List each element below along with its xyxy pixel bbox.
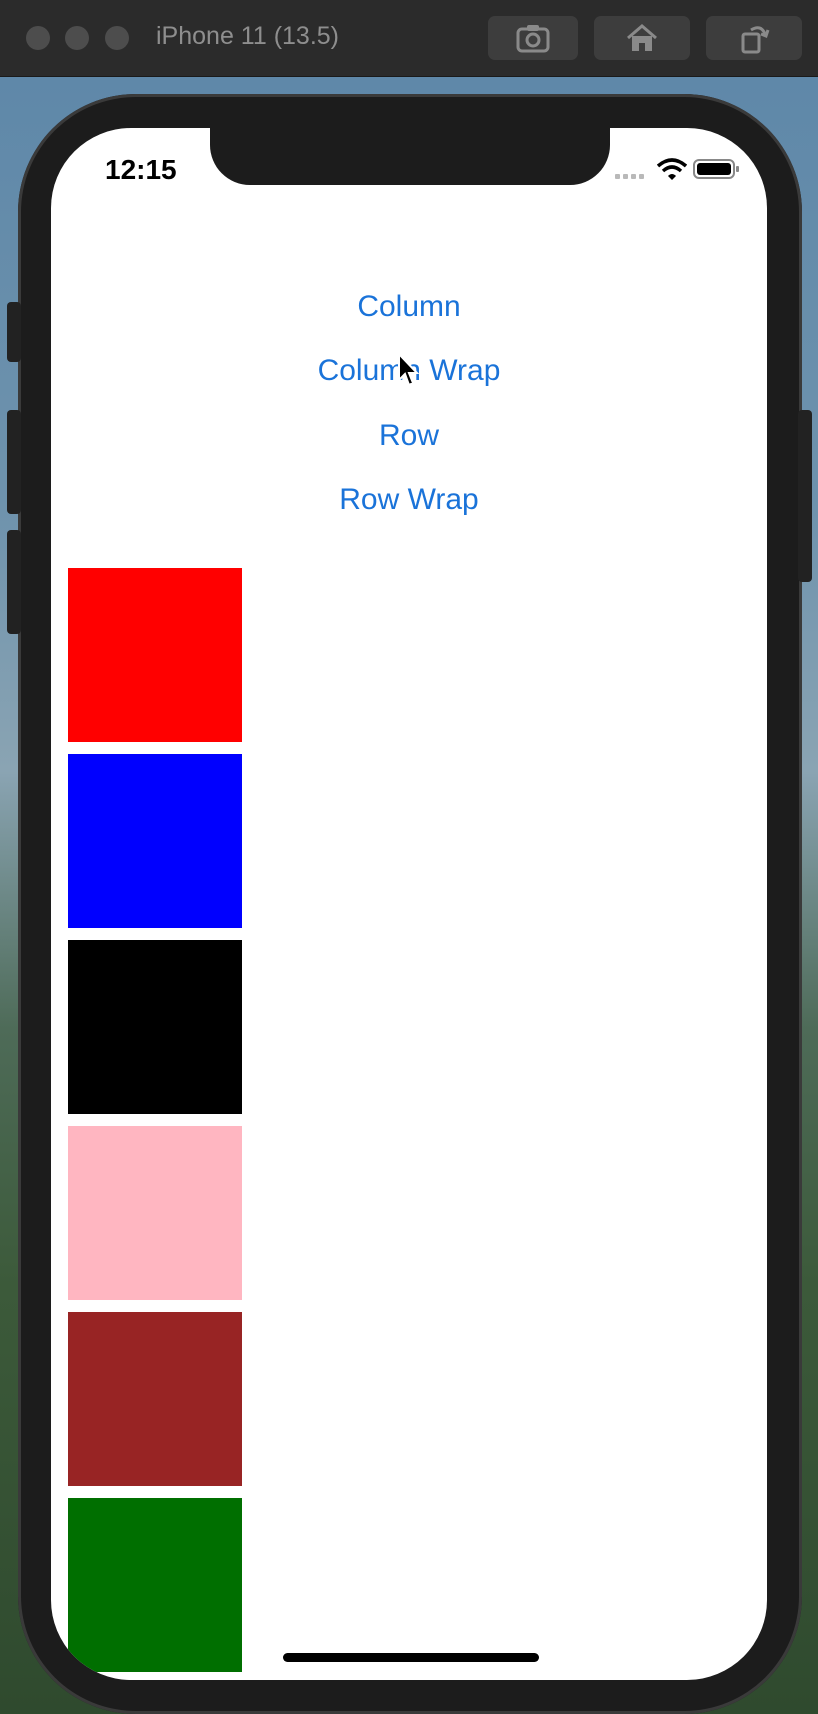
minimize-window-button[interactable] [65, 26, 89, 50]
color-box [68, 1126, 242, 1300]
battery-icon [693, 159, 739, 179]
status-time: 12:15 [105, 154, 177, 185]
volume-down-button [7, 530, 21, 634]
color-box [68, 940, 242, 1114]
screenshot-button[interactable] [488, 16, 578, 60]
close-window-button[interactable] [26, 26, 50, 50]
cellular-signal-icon [615, 174, 644, 179]
rotate-icon [741, 26, 770, 54]
volume-up-button [7, 410, 21, 514]
mute-switch [7, 302, 21, 362]
screenshot-icon [516, 25, 550, 53]
home-indicator [283, 1653, 539, 1662]
mouse-cursor-icon [398, 352, 420, 387]
home-icon [627, 24, 657, 51]
color-box [68, 1498, 242, 1672]
simulator-title: iPhone 11 (13.5) [156, 22, 339, 50]
rotate-button[interactable] [706, 16, 802, 60]
home-button[interactable] [594, 16, 690, 60]
zoom-window-button[interactable] [105, 26, 129, 50]
wifi-icon [657, 158, 687, 180]
power-button [798, 410, 812, 582]
notch [210, 128, 610, 185]
row-button[interactable]: Row [51, 419, 767, 453]
color-box [68, 754, 242, 928]
row-wrap-button[interactable]: Row Wrap [51, 483, 767, 517]
color-box [68, 1312, 242, 1486]
color-box [68, 568, 242, 742]
simulator-titlebar: iPhone 11 (13.5) [0, 0, 818, 77]
column-button[interactable]: Column [51, 290, 767, 324]
